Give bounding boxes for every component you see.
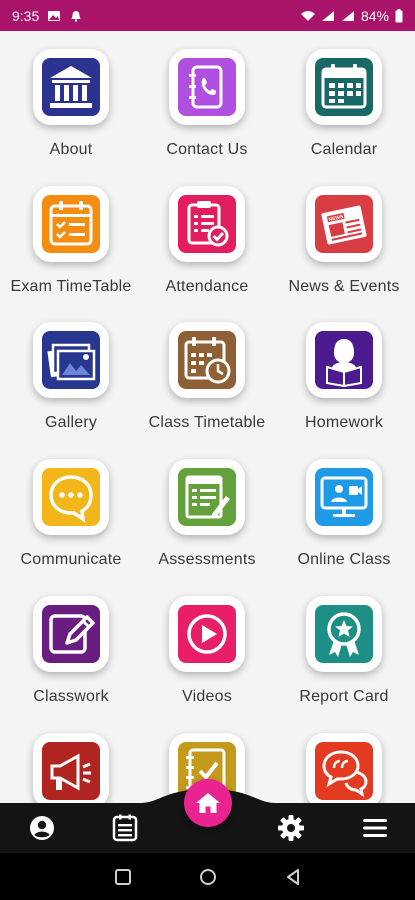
settings-icon — [278, 815, 304, 841]
menu-icon — [363, 819, 387, 837]
image-notification-icon — [48, 10, 61, 21]
tile-contact-us[interactable]: Contact Us — [138, 31, 276, 167]
tile-label: Online Class — [297, 551, 391, 568]
tile-card[interactable] — [33, 459, 109, 535]
nav-menu-button[interactable] — [358, 813, 392, 843]
tile-card[interactable] — [306, 322, 382, 398]
tile-class-timetable[interactable]: Class Timetable — [138, 304, 276, 440]
tile-card[interactable] — [33, 49, 109, 125]
tile-label: About — [49, 141, 93, 158]
tile-card[interactable] — [306, 596, 382, 672]
bottom-navigation — [0, 779, 415, 853]
tile-assessments[interactable]: Assessments — [138, 441, 276, 577]
home-circle-button-icon[interactable] — [199, 868, 217, 886]
play-video-icon — [178, 605, 236, 663]
tile-card[interactable] — [169, 596, 245, 672]
battery-percent: 84% — [360, 7, 389, 24]
tile-card[interactable] — [169, 186, 245, 262]
status-bar: 9:35 84% — [0, 0, 415, 31]
status-time: 9:35 — [12, 7, 40, 24]
newspaper-icon: NEWS — [315, 195, 373, 253]
bank-icon — [42, 58, 100, 116]
tile-label: Exam TimeTable — [10, 278, 132, 295]
schedule-icon — [112, 814, 138, 842]
profile-icon — [30, 816, 54, 840]
signal-secondary-icon — [341, 10, 354, 21]
system-navigation-bar — [0, 853, 415, 900]
tile-label: News & Events — [288, 278, 400, 295]
tile-news-events[interactable]: NEWS News & Events — [275, 168, 413, 304]
tile-label: Calendar — [310, 141, 378, 158]
tile-label: Gallery — [44, 414, 98, 431]
battery-icon — [395, 8, 403, 22]
tile-homework[interactable]: Homework — [275, 304, 413, 440]
tile-label: Attendance — [165, 278, 249, 295]
tile-exam-timetable[interactable]: Exam TimeTable — [2, 168, 140, 304]
tile-label: Communicate — [20, 551, 122, 568]
tile-card[interactable] — [33, 596, 109, 672]
contact-book-icon — [178, 58, 236, 116]
reading-student-icon — [315, 331, 373, 389]
feature-grid: About Contact Us Calendar Exam TimeTable Att… — [0, 31, 415, 803]
tile-card[interactable] — [169, 459, 245, 535]
nav-home-button[interactable] — [184, 779, 232, 827]
tile-gallery[interactable]: Gallery — [2, 304, 140, 440]
timetable-clock-icon — [178, 331, 236, 389]
exam-calendar-icon — [42, 195, 100, 253]
tile-attendance[interactable]: Attendance — [138, 168, 276, 304]
tile-about[interactable]: About — [2, 31, 140, 167]
wifi-icon — [300, 10, 315, 21]
tile-label: Videos — [182, 688, 232, 705]
assessment-sheet-icon — [178, 468, 236, 526]
tile-card[interactable] — [306, 459, 382, 535]
tile-report-card[interactable]: Report Card — [275, 578, 413, 714]
tile-label: Contact Us — [166, 141, 248, 158]
signal-icon — [321, 10, 334, 21]
edit-square-icon — [42, 605, 100, 663]
tile-label: Class Timetable — [148, 414, 266, 431]
tile-classwork[interactable]: Classwork — [2, 578, 140, 714]
tile-card[interactable] — [169, 49, 245, 125]
back-button-icon[interactable] — [284, 868, 302, 886]
calendar-icon — [315, 58, 373, 116]
tile-card[interactable] — [33, 186, 109, 262]
tile-label: Assessments — [158, 551, 256, 568]
tile-card[interactable] — [306, 49, 382, 125]
gallery-icon — [42, 331, 100, 389]
tile-videos[interactable]: Videos — [138, 578, 276, 714]
recents-button-icon[interactable] — [114, 868, 132, 886]
tile-card[interactable]: NEWS — [306, 186, 382, 262]
home-icon — [196, 793, 220, 813]
nav-profile-button[interactable] — [25, 813, 59, 843]
tile-label: Report Card — [299, 688, 389, 705]
clipboard-check-icon — [178, 195, 236, 253]
tile-card[interactable] — [169, 322, 245, 398]
tile-online-class[interactable]: Online Class — [275, 441, 413, 577]
tile-label: Classwork — [33, 688, 109, 705]
online-class-icon — [315, 468, 373, 526]
tile-card[interactable] — [33, 322, 109, 398]
tile-communicate[interactable]: Communicate — [2, 441, 140, 577]
nav-settings-button[interactable] — [274, 813, 308, 843]
chat-bubble-icon — [42, 468, 100, 526]
award-ribbon-icon — [315, 605, 373, 663]
tile-calendar[interactable]: Calendar — [275, 31, 413, 167]
tile-label: Homework — [304, 414, 384, 431]
nav-schedule-button[interactable] — [108, 813, 142, 843]
bell-icon — [71, 10, 81, 22]
